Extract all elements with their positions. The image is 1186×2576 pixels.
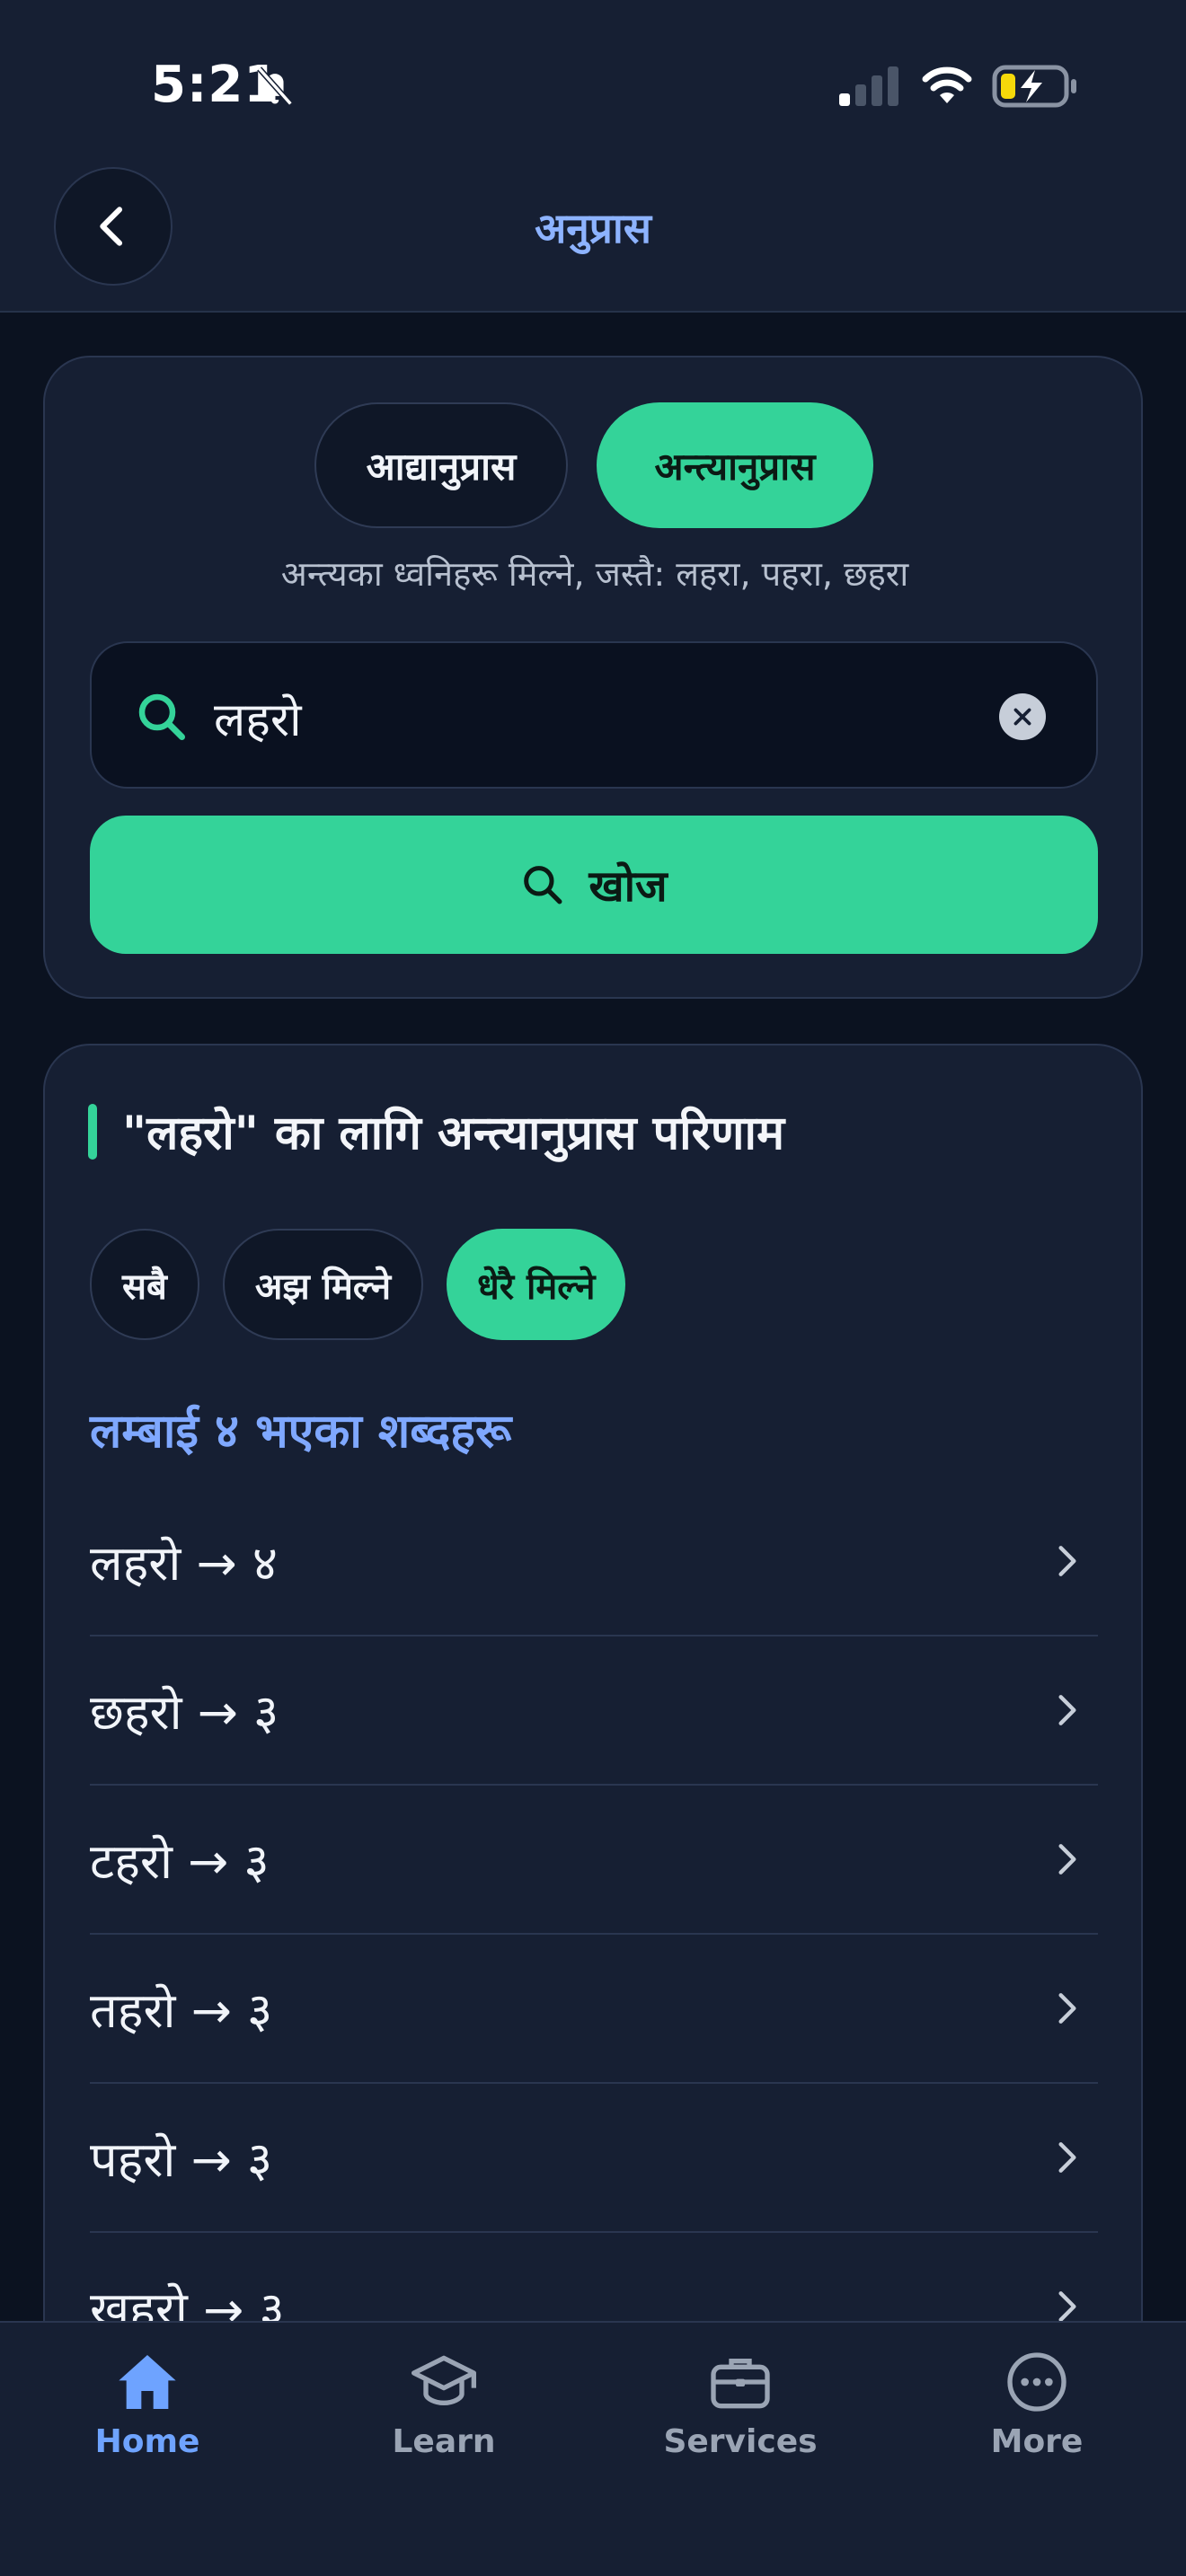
chevron-right-icon: [1058, 2142, 1076, 2173]
bell-off-icon: [257, 66, 293, 106]
rhyme-type-hint: अन्त्यका ध्वनिहरू मिल्ने, जस्तै: लहरा, प…: [280, 554, 909, 594]
graduation-cap-icon: [412, 2355, 476, 2406]
nav-label: Learn: [392, 2423, 496, 2460]
list-item[interactable]: टहरो → ३: [90, 1786, 1098, 1935]
bottom-nav: Home Learn Services More: [0, 2321, 1186, 2576]
list-item-text: तहरो → ३: [90, 1982, 273, 2039]
list-item[interactable]: लहरो → ४: [90, 1487, 1098, 1636]
page-title: अनुप्रास: [535, 204, 651, 252]
battery-charging-icon: [992, 65, 1076, 108]
search-card: आद्यानुप्रास अन्त्यानुप्रास अन्त्यका ध्व…: [43, 356, 1143, 999]
match-filter-chips: सबै अझ मिल्ने धेरै मिल्ने: [90, 1229, 626, 1340]
chevron-right-icon: [1058, 1695, 1076, 1725]
wifi-icon: [922, 66, 972, 103]
cellular-signal-icon: [839, 66, 898, 106]
app-screen: 5:21 अनुप्रास आद्यानुप्रास अन्त्यानुप्रा…: [0, 0, 1186, 2576]
filter-all[interactable]: सबै: [90, 1229, 199, 1340]
search-icon: [138, 693, 185, 740]
clear-search-button[interactable]: [999, 693, 1046, 740]
list-item[interactable]: पहरो → ३: [90, 2084, 1098, 2233]
chevron-right-icon: [1058, 1844, 1076, 1875]
list-item-text: पहरो → ३: [90, 2131, 273, 2188]
list-item[interactable]: छहरो → ३: [90, 1636, 1098, 1786]
nav-services[interactable]: Services: [624, 2346, 857, 2490]
tab-antyanupras[interactable]: अन्त्यानुप्रास: [597, 402, 873, 528]
nav-home[interactable]: Home: [31, 2346, 264, 2490]
list-item-text: टहरो → ३: [90, 1833, 270, 1890]
rhyme-type-tabs: आद्यानुप्रास अन्त्यानुप्रास: [314, 402, 873, 528]
nav-more[interactable]: More: [920, 2346, 1154, 2490]
list-item-text: छहरो → ३: [90, 1684, 279, 1741]
home-icon: [119, 2355, 176, 2409]
search-input-value: लहरो: [214, 693, 302, 747]
chevron-right-icon: [1058, 1546, 1076, 1576]
search-button-label: खोज: [589, 860, 668, 912]
search-icon: [524, 866, 562, 904]
list-item-text: लहरो → ४: [90, 1535, 279, 1592]
list-item[interactable]: तहरो → ३: [90, 1935, 1098, 2084]
nav-label: Home: [94, 2423, 200, 2460]
results-list: लहरो → ४ छहरो → ३ टहरो → ३ तहरो → ३ पहरो…: [90, 1487, 1098, 2382]
nav-label: More: [990, 2423, 1084, 2460]
close-icon: [1013, 708, 1031, 726]
more-dots-icon: [1007, 2352, 1067, 2412]
search-input[interactable]: लहरो: [90, 641, 1098, 789]
briefcase-icon: [711, 2359, 770, 2409]
filter-closer-match[interactable]: अझ मिल्ने: [222, 1229, 424, 1340]
accent-bar: [88, 1103, 97, 1160]
nav-learn[interactable]: Learn: [327, 2346, 561, 2490]
results-header: "लहरो" का लागि अन्त्यानुप्रास परिणाम: [88, 1099, 784, 1163]
results-title: "लहरो" का लागि अन्त्यानुप्रास परिणाम: [122, 1107, 785, 1160]
search-button[interactable]: खोज: [90, 816, 1098, 954]
filter-best-match[interactable]: धेरै मिल्ने: [447, 1229, 626, 1340]
top-header: 5:21 अनुप्रास: [0, 0, 1186, 313]
chevron-right-icon: [1058, 1993, 1076, 2024]
section-heading: लम्बाई ४ भएका शब्दहरू: [90, 1405, 512, 1459]
tab-adyanupras[interactable]: आद्यानुप्रास: [314, 402, 568, 528]
nav-label: Services: [663, 2423, 818, 2460]
